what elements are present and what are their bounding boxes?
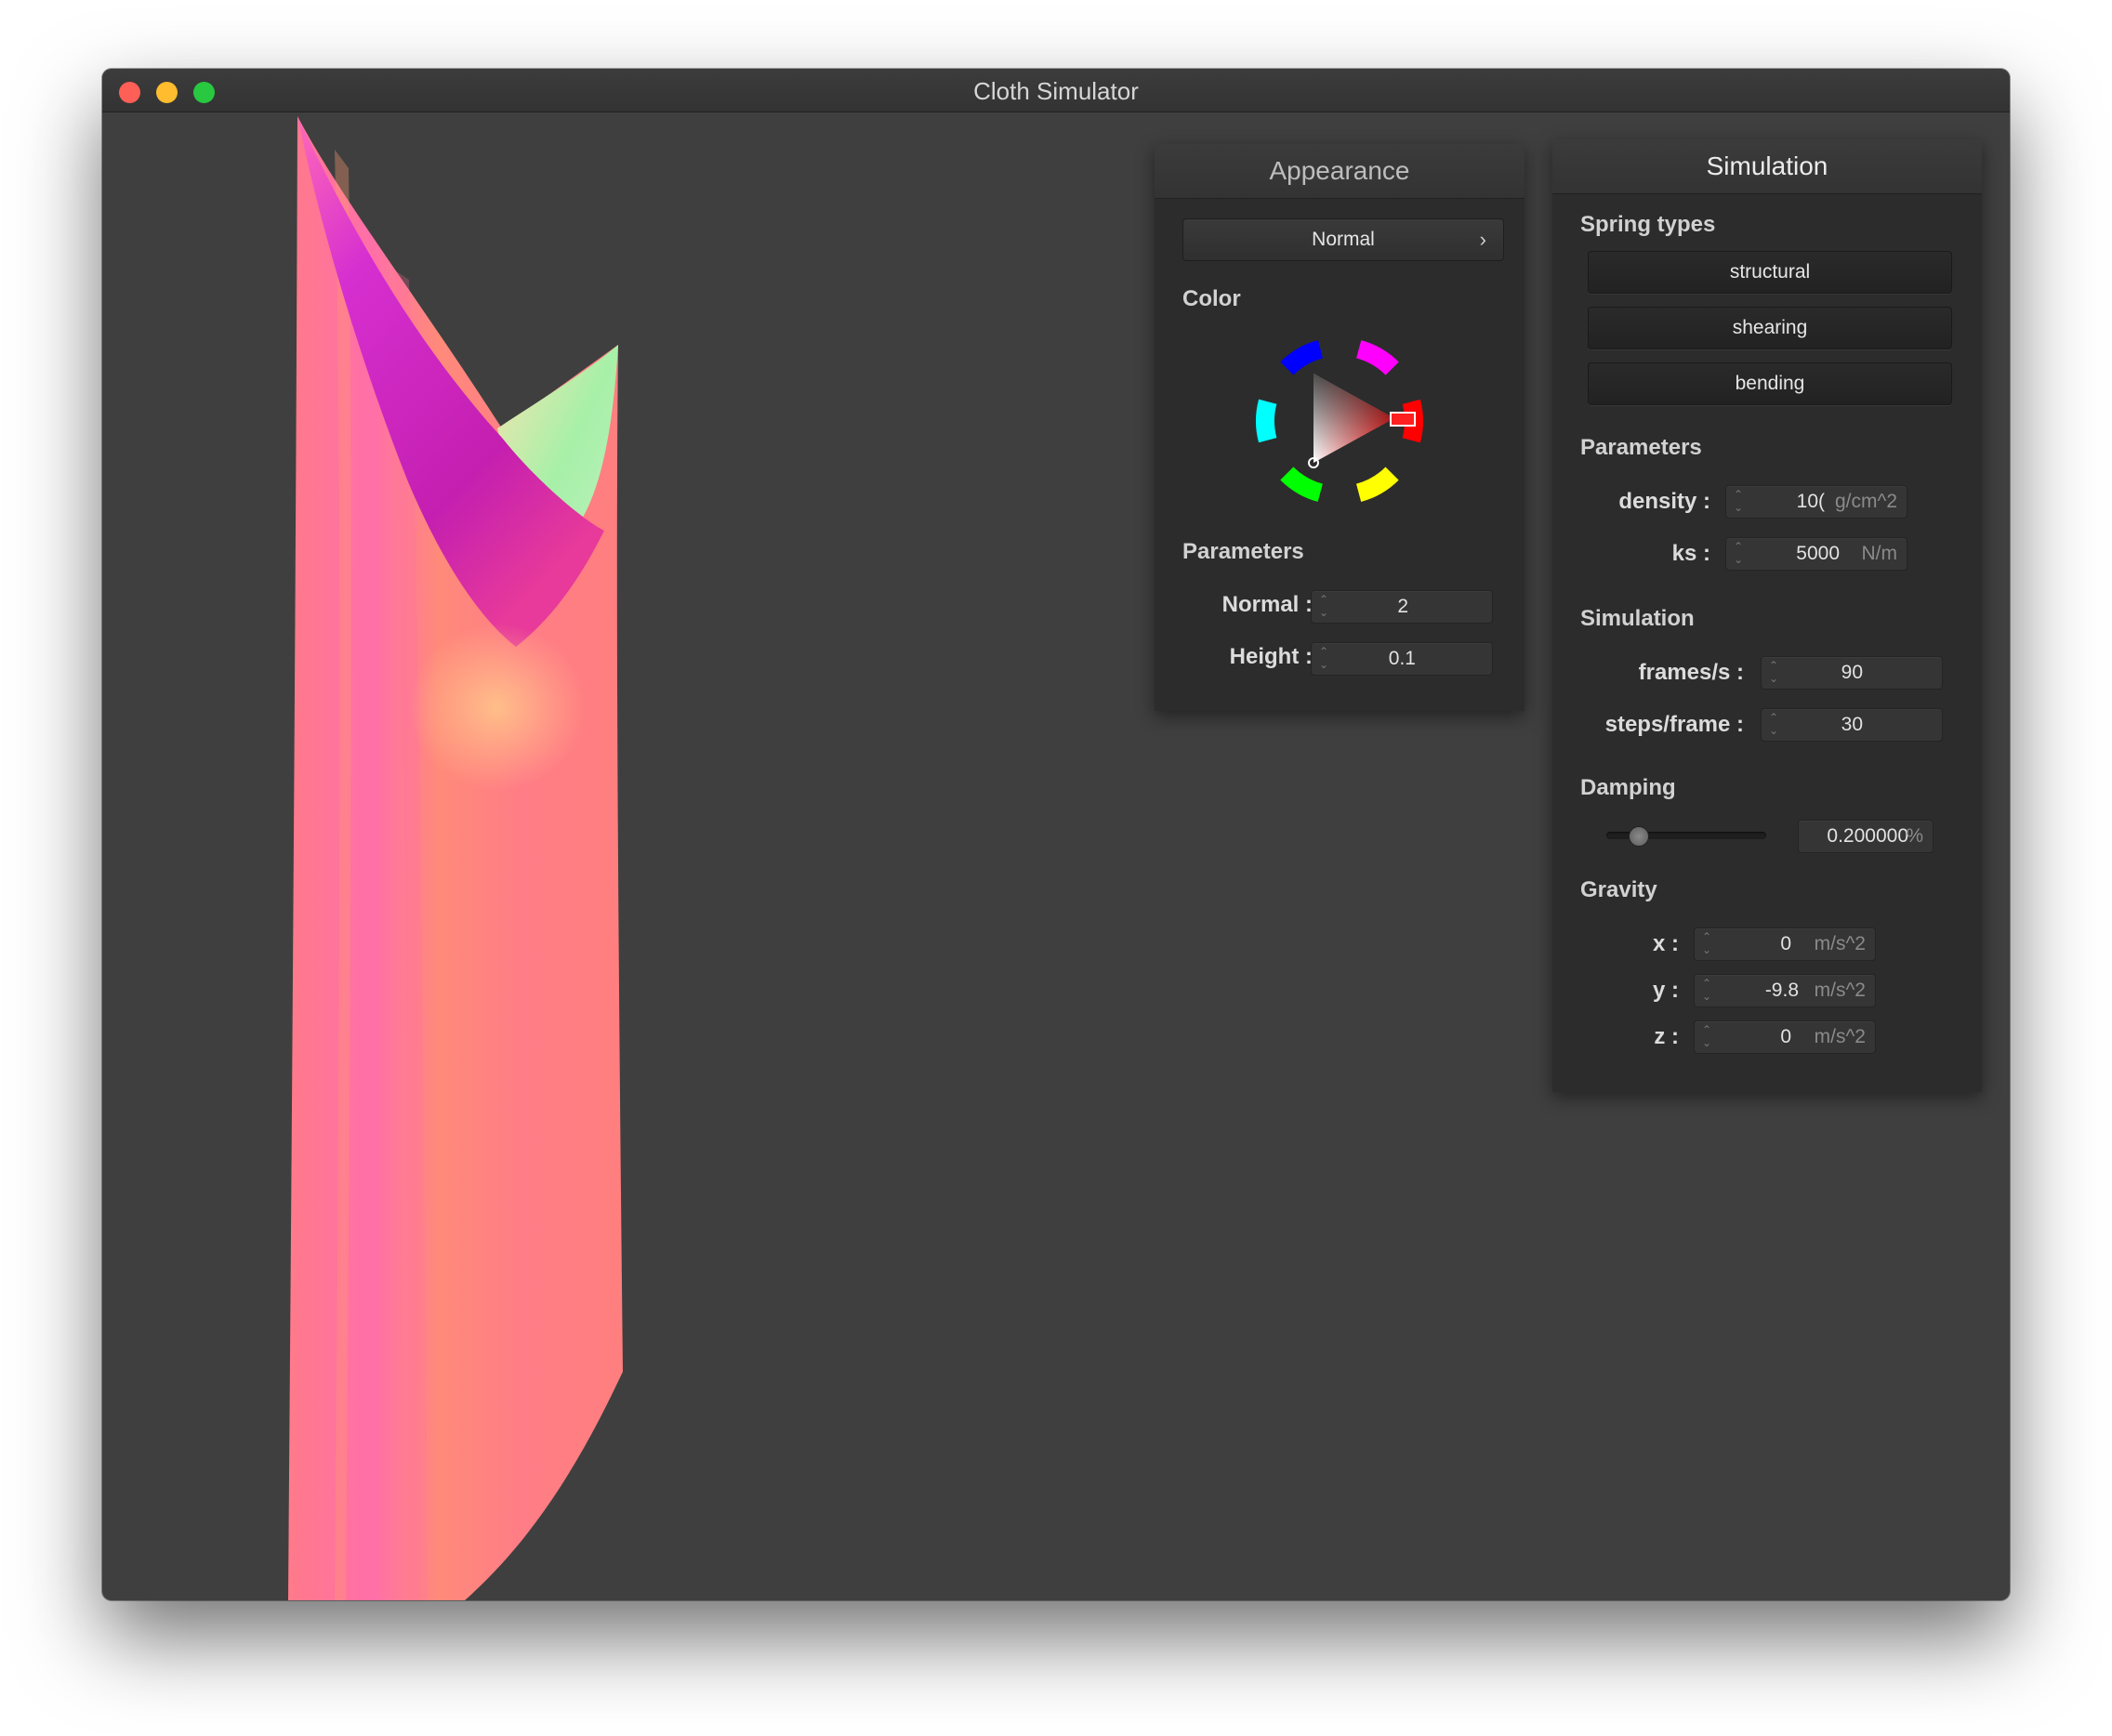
simulation-panel-title[interactable]: Simulation xyxy=(1552,139,1982,194)
gravity-y-input[interactable]: ⌃ ⌄ -9.8 m/s^2 xyxy=(1694,974,1876,1007)
sim-parameters-label: Parameters xyxy=(1580,435,1702,460)
shader-dropdown[interactable]: Normal › xyxy=(1182,218,1504,261)
spinner-icon[interactable]: ⌃ ⌄ xyxy=(1734,488,1743,514)
height-label: Height : xyxy=(1229,644,1313,669)
chevron-right-icon: › xyxy=(1479,228,1486,251)
appearance-panel-title[interactable]: Appearance xyxy=(1155,144,1525,199)
spinner-icon[interactable]: ⌃ ⌄ xyxy=(1319,593,1328,619)
window-title: Cloth Simulator xyxy=(973,77,1139,105)
damping-label: Damping xyxy=(1580,775,1676,800)
gravity-x-label: x : xyxy=(1652,931,1679,956)
spring-types-label: Spring types xyxy=(1580,212,1716,237)
hue-selector[interactable] xyxy=(1390,412,1416,427)
title-bar: Cloth Simulator xyxy=(102,69,2010,112)
normal-value: 2 xyxy=(1397,596,1408,617)
damping-unit: % xyxy=(1906,825,1923,847)
structural-spring-button[interactable]: structural xyxy=(1588,251,1952,294)
fps-value: 90 xyxy=(1841,662,1863,683)
gravity-label: Gravity xyxy=(1580,877,1657,902)
ks-input[interactable]: ⌃ ⌄ 5000 N/m xyxy=(1725,537,1907,571)
gravity-x-value: 0 xyxy=(1780,933,1791,954)
density-input[interactable]: ⌃ ⌄ 10( g/cm^2 xyxy=(1725,485,1907,519)
spinner-icon[interactable]: ⌃ ⌄ xyxy=(1769,711,1778,737)
density-value: 10( xyxy=(1796,491,1825,512)
gravity-y-label: y : xyxy=(1652,978,1679,1003)
ks-value: 5000 xyxy=(1796,543,1840,564)
spinner-icon[interactable]: ⌃ ⌄ xyxy=(1702,930,1711,956)
gravity-z-value: 0 xyxy=(1780,1026,1791,1047)
steps-value: 30 xyxy=(1841,714,1863,735)
shearing-spring-button[interactable]: shearing xyxy=(1588,307,1952,349)
height-input[interactable]: ⌃ ⌄ 0.1 xyxy=(1311,642,1493,676)
steps-label: steps/frame : xyxy=(1604,712,1744,737)
spinner-icon[interactable]: ⌃ ⌄ xyxy=(1734,540,1743,566)
fps-label: frames/s : xyxy=(1638,660,1744,685)
normal-input[interactable]: ⌃ ⌄ 2 xyxy=(1311,590,1493,624)
gravity-z-input[interactable]: ⌃ ⌄ 0 m/s^2 xyxy=(1694,1020,1876,1054)
color-wheel[interactable] xyxy=(1251,333,1428,509)
damping-slider-knob[interactable] xyxy=(1629,826,1649,847)
spinner-icon[interactable]: ⌃ ⌄ xyxy=(1769,659,1778,685)
gravity-x-input[interactable]: ⌃ ⌄ 0 m/s^2 xyxy=(1694,927,1876,961)
gravity-z-unit: m/s^2 xyxy=(1814,1026,1866,1047)
density-label: density : xyxy=(1618,489,1710,514)
bending-spring-button[interactable]: bending xyxy=(1588,362,1952,405)
simulation-panel: Simulation Spring types structural shear… xyxy=(1552,139,1982,1092)
fps-input[interactable]: ⌃ ⌄ 90 xyxy=(1761,656,1943,690)
ks-unit: N/m xyxy=(1861,543,1898,564)
appearance-parameters-label: Parameters xyxy=(1182,539,1304,564)
gravity-x-unit: m/s^2 xyxy=(1814,933,1866,954)
gravity-y-unit: m/s^2 xyxy=(1814,980,1866,1001)
simulation-section-label: Simulation xyxy=(1580,606,1695,631)
ks-label: ks : xyxy=(1671,541,1710,566)
spinner-icon[interactable]: ⌃ ⌄ xyxy=(1702,977,1711,1003)
app-window: Cloth Simulator Appearance Normal › Colo… xyxy=(102,69,2010,1600)
damping-input[interactable]: 0.200000 % xyxy=(1798,820,1934,853)
height-value: 0.1 xyxy=(1388,648,1416,669)
steps-input[interactable]: ⌃ ⌄ 30 xyxy=(1761,708,1943,742)
gravity-y-value: -9.8 xyxy=(1764,980,1799,1001)
shader-dropdown-label: Normal xyxy=(1312,229,1375,250)
appearance-panel: Appearance Normal › Color Parameters Nor… xyxy=(1155,144,1525,711)
density-unit: g/cm^2 xyxy=(1834,491,1897,512)
spinner-icon[interactable]: ⌃ ⌄ xyxy=(1319,645,1328,671)
gravity-z-label: z : xyxy=(1654,1024,1679,1049)
normal-label: Normal : xyxy=(1221,592,1313,617)
spinner-icon[interactable]: ⌃ ⌄ xyxy=(1702,1023,1711,1049)
damping-value: 0.200000 xyxy=(1827,825,1908,847)
color-section-label: Color xyxy=(1182,286,1241,311)
